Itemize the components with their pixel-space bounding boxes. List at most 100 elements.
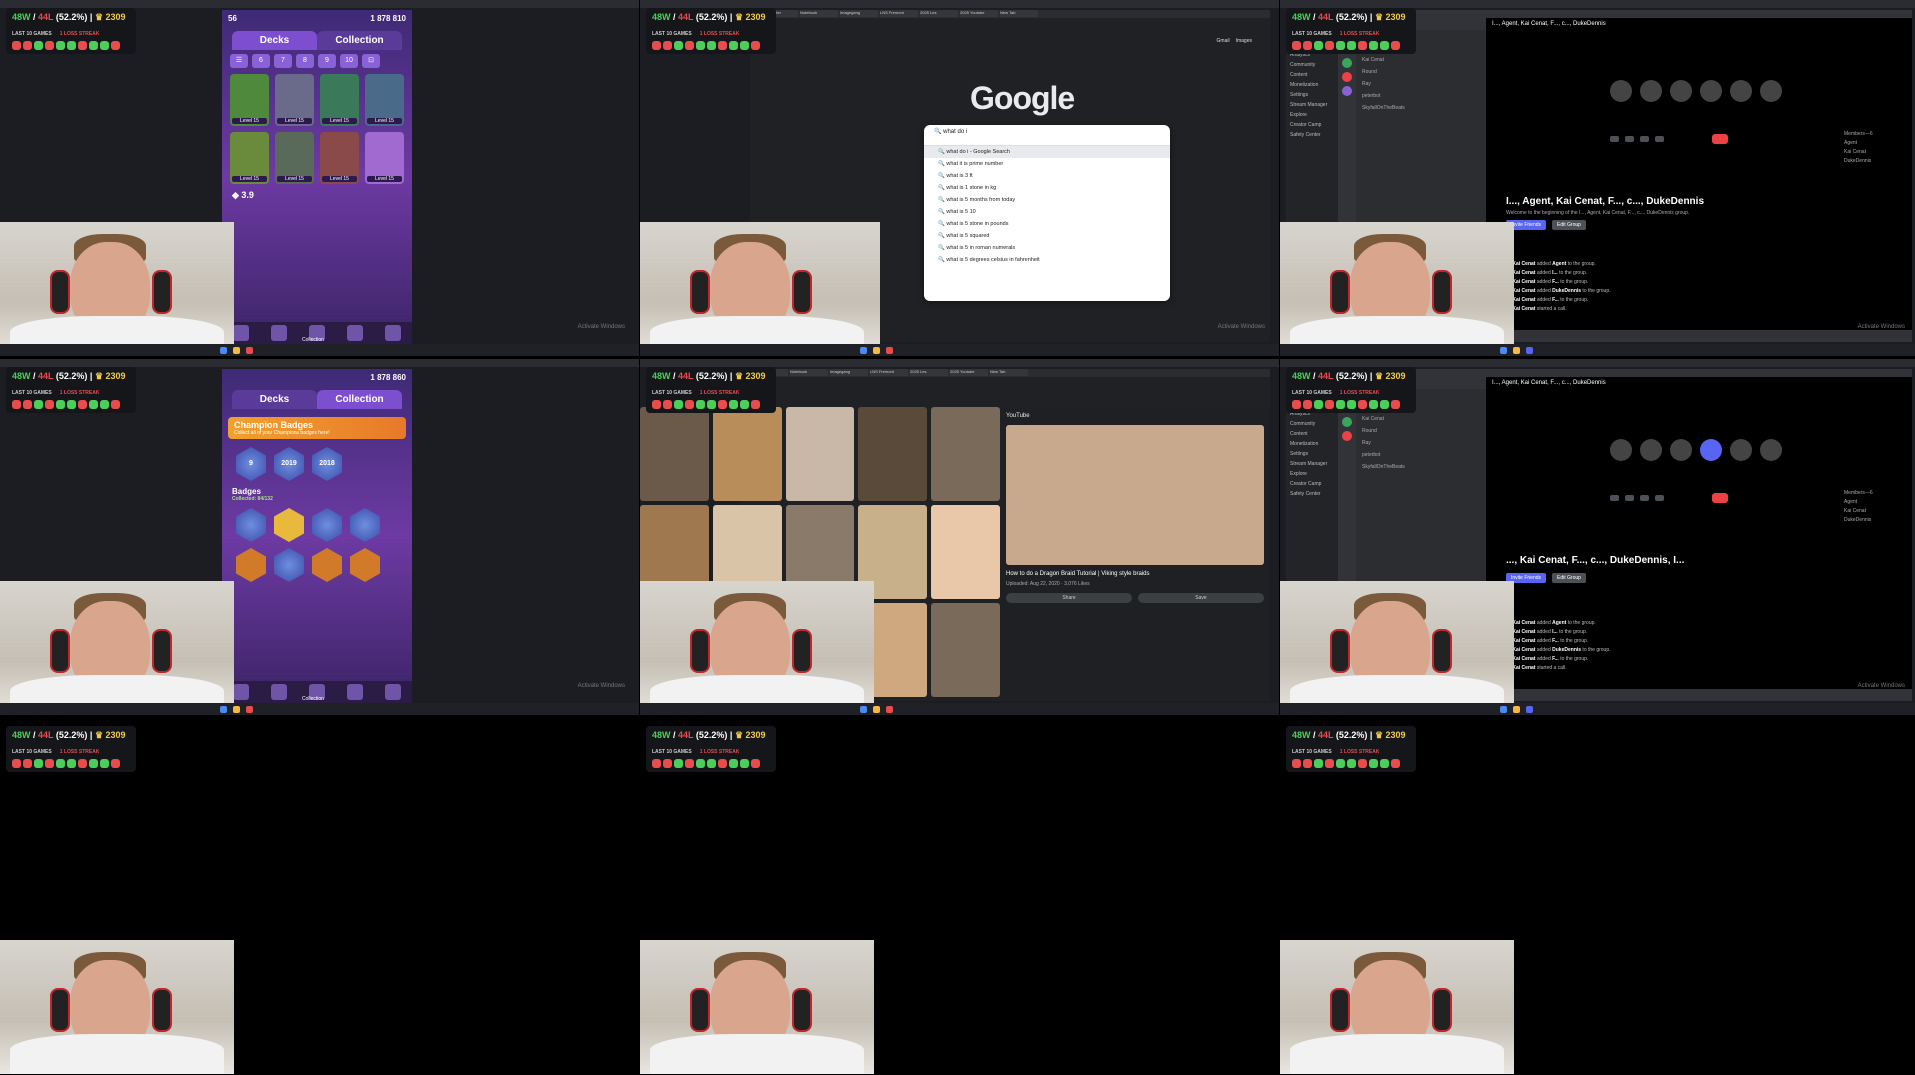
edit-group-button[interactable]: Edit Group — [1552, 573, 1586, 583]
card[interactable]: Level 15 — [230, 132, 269, 184]
dm-item[interactable]: Ray — [1356, 78, 1486, 90]
champion-badge[interactable]: 2019 — [274, 447, 304, 481]
browser-tab[interactable]: Notebook — [800, 10, 838, 17]
preview-image[interactable] — [1006, 425, 1264, 565]
sidebar-item[interactable]: Community — [1286, 60, 1338, 70]
elixir-filter[interactable]: 8 — [296, 54, 314, 68]
mic-button[interactable] — [1610, 136, 1619, 142]
camera-button[interactable] — [1625, 136, 1634, 142]
start-icon[interactable] — [220, 346, 227, 354]
explorer-icon[interactable] — [233, 346, 240, 354]
taskbar[interactable] — [640, 703, 1279, 715]
browser-tab[interactable]: LNS Fremont — [870, 369, 908, 376]
images-link[interactable]: Images — [1236, 38, 1252, 44]
game-nav[interactable]: Collection — [222, 681, 412, 703]
elixir-filter[interactable]: ☰ — [230, 54, 248, 68]
search-dropdown[interactable]: 🔍 what do i 🔍 what do i - Google Search 🔍… — [924, 125, 1170, 301]
browser-tab[interactable]: New Tab — [1000, 10, 1038, 17]
search-suggestion[interactable]: 🔍 what it is prime number — [924, 158, 1170, 170]
browser-tab[interactable]: 2025 Les — [910, 369, 948, 376]
champion-badges[interactable]: 9 2019 2018 — [236, 447, 398, 481]
gmail-link[interactable]: Gmail — [1217, 38, 1230, 44]
tab-collection[interactable]: Collection — [317, 390, 402, 409]
card[interactable]: Level 15 — [320, 132, 359, 184]
card[interactable]: Level 15 — [320, 74, 359, 126]
edit-group-button[interactable]: Edit Group — [1552, 220, 1586, 230]
shop-icon[interactable] — [233, 325, 249, 341]
sidebar-item[interactable]: Content — [1286, 70, 1338, 80]
browser-tab[interactable]: 2025 Youtube — [960, 10, 998, 17]
card[interactable]: Level 15 — [365, 132, 404, 184]
dm-item[interactable]: Round — [1356, 66, 1486, 78]
share-button[interactable]: Share — [1006, 593, 1132, 603]
hangup-button[interactable] — [1712, 134, 1728, 144]
dm-item[interactable]: Kai Cenat — [1356, 54, 1486, 66]
search-suggestion[interactable]: 🔍 what is 5 degrees celsius in fahrenhei… — [924, 254, 1170, 266]
sidebar-item[interactable]: Settings — [1286, 449, 1338, 459]
cards-icon[interactable] — [271, 325, 287, 341]
activity-button[interactable] — [1655, 136, 1664, 142]
taskbar[interactable] — [0, 344, 639, 356]
elixir-filter[interactable]: 9 — [318, 54, 336, 68]
game-nav[interactable]: Collection — [222, 322, 412, 344]
call-avatars[interactable] — [1610, 80, 1782, 102]
champion-badge[interactable]: 9 — [236, 447, 266, 481]
card[interactable]: Level 15 — [230, 74, 269, 126]
browser-tab[interactable]: LNS Fremont — [880, 10, 918, 17]
taskbar[interactable] — [1280, 703, 1915, 715]
elixir-filter[interactable]: ⊡ — [362, 54, 380, 68]
dm-item[interactable]: Ray — [1356, 437, 1486, 449]
clan-icon[interactable] — [347, 325, 363, 341]
chrome-icon[interactable] — [246, 346, 253, 354]
sidebar-item[interactable]: Safety Center — [1286, 130, 1338, 140]
taskbar[interactable] — [640, 344, 1279, 356]
hangup-button[interactable] — [1712, 493, 1728, 503]
card[interactable]: Level 15 — [275, 74, 314, 126]
sidebar-item[interactable]: Community — [1286, 419, 1338, 429]
card[interactable]: Level 15 — [275, 132, 314, 184]
sidebar-item[interactable]: Settings — [1286, 90, 1338, 100]
sidebar-item[interactable]: Stream Manager — [1286, 100, 1338, 110]
sidebar-item[interactable]: Creator Camp — [1286, 479, 1338, 489]
browser-tab[interactable]: Imagegang — [830, 369, 868, 376]
sidebar-item[interactable]: Creator Camp — [1286, 120, 1338, 130]
image-preview-panel[interactable]: YouTube How to do a Dragon Braid Tutoria… — [1000, 407, 1270, 697]
dm-item[interactable]: Round — [1356, 425, 1486, 437]
search-input[interactable]: 🔍 what do i — [924, 125, 1170, 146]
google-links[interactable]: Gmail Images — [1217, 38, 1252, 44]
tab-collection[interactable]: Collection — [317, 31, 402, 50]
search-suggestion[interactable]: 🔍 what is 3 ft — [924, 170, 1170, 182]
tab-decks[interactable]: Decks — [232, 390, 317, 409]
share-button[interactable] — [1640, 136, 1649, 142]
sidebar-item[interactable]: Monetization — [1286, 80, 1338, 90]
search-suggestion[interactable]: 🔍 what do i - Google Search — [924, 146, 1170, 158]
sidebar-item[interactable]: Safety Center — [1286, 489, 1338, 499]
browser-tabs[interactable]: LNS CenterNotebookImagegangLNS Fremont20… — [750, 10, 1270, 18]
events-icon[interactable] — [385, 325, 401, 341]
elixir-filter[interactable]: 10 — [340, 54, 358, 68]
preview-title[interactable]: How to do a Dragon Braid Tutorial | Viki… — [1006, 571, 1264, 577]
sidebar-item[interactable]: Stream Manager — [1286, 459, 1338, 469]
search-suggestion[interactable]: 🔍 what is 5 in roman numerals — [924, 242, 1170, 254]
preview-source[interactable]: YouTube — [1006, 413, 1264, 419]
search-suggestion[interactable]: 🔍 what is 5 months from today — [924, 194, 1170, 206]
champion-badge[interactable]: 2018 — [312, 447, 342, 481]
dm-item[interactable]: SkyfallOnTheBeats — [1356, 102, 1486, 114]
elixir-filter[interactable]: 7 — [274, 54, 292, 68]
browser-tab[interactable]: Imagegang — [840, 10, 878, 17]
sidebar-item[interactable]: Content — [1286, 429, 1338, 439]
dm-item[interactable]: SkyfallOnTheBeats — [1356, 461, 1486, 473]
taskbar[interactable] — [0, 703, 639, 715]
search-suggestion[interactable]: 🔍 what is 1 stone in kg — [924, 182, 1170, 194]
member-list[interactable]: Members—6 Agent Kai Cenat DukeDennis — [1844, 130, 1904, 166]
search-suggestion[interactable]: 🔍 what is 5 stone in pounds — [924, 218, 1170, 230]
dm-item[interactable]: peterbot — [1356, 90, 1486, 102]
search-suggestion[interactable]: 🔍 what is 5 squared — [924, 230, 1170, 242]
dm-item[interactable]: Kai Cenat — [1356, 413, 1486, 425]
browser-tab[interactable]: 2025 Les — [920, 10, 958, 17]
card[interactable]: Level 15 — [365, 74, 404, 126]
elixir-filters[interactable]: ☰ 6 7 8 9 10 ⊡ — [230, 54, 404, 68]
sidebar-item[interactable]: Explore — [1286, 110, 1338, 120]
save-button[interactable]: Save — [1138, 593, 1264, 603]
browser-tab[interactable]: Notebook — [790, 369, 828, 376]
